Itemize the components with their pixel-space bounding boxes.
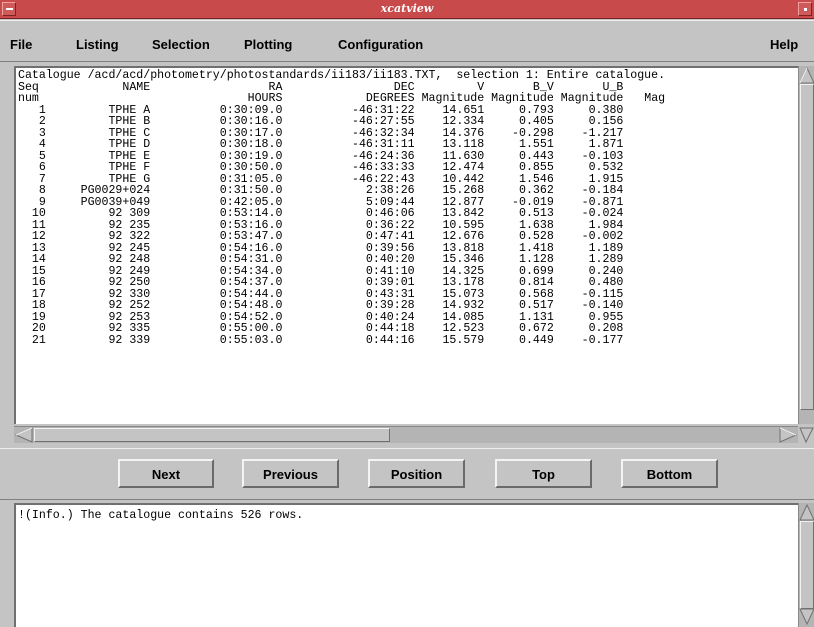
scrollbar-corner [798,426,814,448]
scroll-down-arrow-icon[interactable] [799,608,814,626]
menu-help[interactable]: Help [770,37,798,52]
scroll-up-arrow-icon[interactable] [799,503,814,521]
menu-bar: File Listing Selection Plotting Configur… [0,20,814,62]
listing-horizontal-scroll-thumb[interactable] [34,428,390,442]
catalogue-listing[interactable]: Catalogue /acd/acd/photometry/photostand… [14,66,798,424]
menu-configuration[interactable]: Configuration [338,37,423,52]
menu-file[interactable]: File [10,37,32,52]
window-title-bar[interactable]: xcatview [0,0,814,19]
window-left-edge [0,62,12,627]
info-message: !(Info.) The catalogue contains 526 rows… [18,509,304,522]
top-button[interactable]: Top [495,459,592,488]
table-row: 21 92 339 0:55:03.0 0:44:16 15.579 0.449… [18,333,798,347]
scroll-right-arrow-icon[interactable] [779,427,798,443]
info-vertical-scroll-thumb[interactable] [800,521,814,609]
listing-vertical-scroll-thumb[interactable] [800,84,814,410]
table-cell: 0:44:16 [282,333,415,347]
scroll-up-arrow-icon[interactable] [799,66,814,84]
bottom-button[interactable]: Bottom [621,459,718,488]
table-cell: 0:55:03.0 [150,333,283,347]
window-title: xcatview [380,2,434,15]
table-cell: 0.449 [484,333,554,347]
table-cell: 21 [18,333,46,347]
info-message-area[interactable]: !(Info.) The catalogue contains 526 rows… [14,503,798,627]
menu-plotting[interactable]: Plotting [244,37,292,52]
table-cell: -0.177 [553,333,624,347]
position-button[interactable]: Position [368,459,465,488]
scroll-down-arrow-icon[interactable] [799,427,814,444]
menu-listing[interactable]: Listing [76,37,119,52]
previous-button[interactable]: Previous [242,459,339,488]
next-button[interactable]: Next [118,459,214,488]
column-unit: Mag [623,92,666,105]
table-cell: 15.579 [414,333,485,347]
catalogue-listing-text: Catalogue /acd/acd/photometry/photostand… [16,68,798,346]
minimize-icon[interactable] [798,2,812,16]
table-cell: 92 339 [45,333,151,347]
scroll-left-arrow-icon[interactable] [14,427,33,443]
menu-selection[interactable]: Selection [152,37,210,52]
